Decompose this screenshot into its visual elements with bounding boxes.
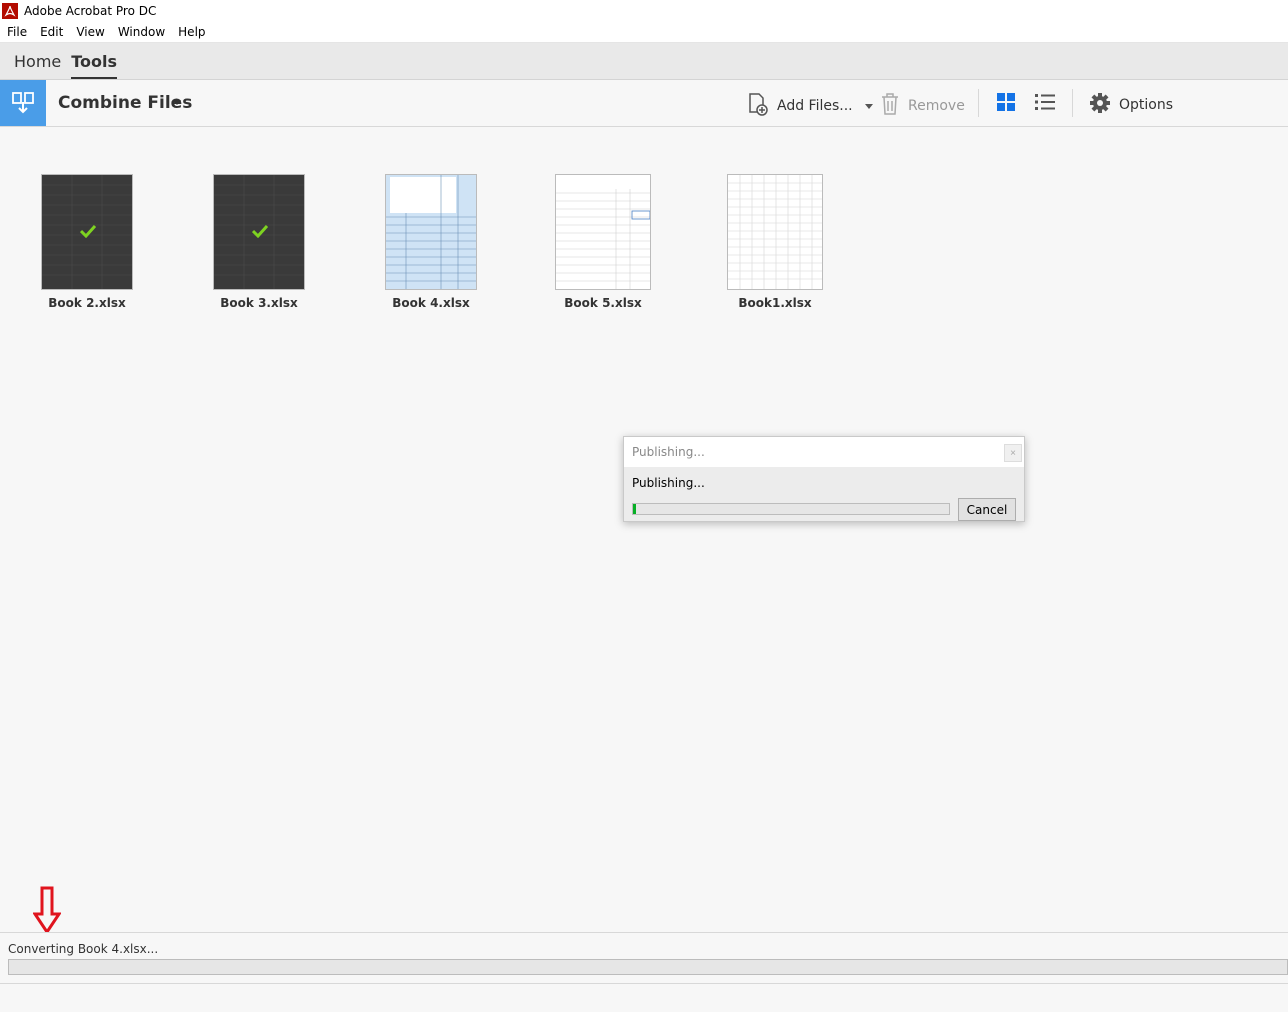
dialog-message: Publishing... <box>632 476 705 490</box>
tab-tools[interactable]: Tools <box>71 52 118 79</box>
gear-icon <box>1089 92 1111 118</box>
menu-help[interactable]: Help <box>172 25 211 39</box>
combine-files-icon[interactable] <box>0 80 46 126</box>
file-thumbnail[interactable] <box>41 174 133 290</box>
file-thumbnail-item[interactable]: Book 5.xlsx <box>528 174 678 310</box>
menu-view[interactable]: View <box>70 25 110 39</box>
tab-bar: Home Tools <box>0 43 1288 80</box>
acrobat-logo-icon <box>2 3 18 19</box>
window-title: Adobe Acrobat Pro DC <box>24 4 157 18</box>
file-name: Book 5.xlsx <box>564 296 642 310</box>
menu-file[interactable]: File <box>1 25 33 39</box>
status-bar: Converting Book 4.xlsx... <box>0 932 1288 984</box>
remove-label: Remove <box>908 98 965 114</box>
file-thumbnail-item[interactable]: Book 3.xlsx <box>184 174 334 310</box>
file-name: Book 2.xlsx <box>48 296 126 310</box>
menu-edit[interactable]: Edit <box>34 25 69 39</box>
options-button[interactable]: Options <box>1089 92 1173 118</box>
red-arrow-annotation-icon <box>33 886 61 934</box>
list-view-icon <box>1034 92 1056 116</box>
cancel-button[interactable]: Cancel <box>958 498 1016 521</box>
file-thumbnail[interactable] <box>555 174 651 290</box>
converted-check-icon <box>252 224 268 238</box>
dialog-close-button[interactable]: × <box>1004 444 1022 462</box>
title-bar: Adobe Acrobat Pro DC <box>0 0 1288 22</box>
file-thumbnail[interactable] <box>727 174 823 290</box>
trash-icon <box>880 92 900 120</box>
dialog-progress-fill <box>633 504 637 514</box>
file-name: Book 4.xlsx <box>392 296 470 310</box>
files-area: Book 2.xlsx Book 3.xlsx Book 4.xlsx Book… <box>0 127 1288 932</box>
file-name: Book 3.xlsx <box>220 296 298 310</box>
file-thumbnail[interactable] <box>213 174 305 290</box>
dialog-progress-bar <box>632 503 950 515</box>
grid-view-icon <box>996 92 1016 116</box>
dialog-title: Publishing... <box>624 437 1024 467</box>
add-files-button[interactable]: Add Files... <box>746 92 873 120</box>
options-label: Options <box>1119 97 1174 113</box>
toolbar-divider <box>978 89 979 117</box>
file-thumbnail[interactable] <box>385 174 477 290</box>
menu-window[interactable]: Window <box>112 25 171 39</box>
status-text: Converting Book 4.xlsx... <box>8 942 159 956</box>
list-view-button[interactable] <box>1034 92 1056 116</box>
file-name: Book1.xlsx <box>738 296 812 310</box>
combine-files-toolbar: Combine Files Add Files... Remove Option… <box>0 80 1288 127</box>
file-thumbnail-item[interactable]: Book1.xlsx <box>700 174 850 310</box>
toolbar-divider <box>1072 89 1073 117</box>
remove-button[interactable]: Remove <box>880 92 965 120</box>
converted-check-icon <box>80 224 96 238</box>
status-progress-bar <box>8 959 1288 975</box>
menu-bar: File Edit View Window Help <box>0 22 1288 43</box>
add-files-dropdown-icon[interactable] <box>864 103 873 109</box>
thumbnail-view-button[interactable] <box>996 92 1016 116</box>
add-file-icon <box>746 92 770 120</box>
add-files-label: Add Files... <box>777 98 853 114</box>
publishing-dialog: Publishing... × Publishing... Cancel <box>623 436 1025 522</box>
file-thumbnail-item[interactable]: Book 4.xlsx <box>356 174 506 310</box>
file-thumbnail-item[interactable]: Book 2.xlsx <box>12 174 162 310</box>
tab-home[interactable]: Home <box>14 52 61 79</box>
tool-menu-caret-icon[interactable] <box>173 100 181 105</box>
